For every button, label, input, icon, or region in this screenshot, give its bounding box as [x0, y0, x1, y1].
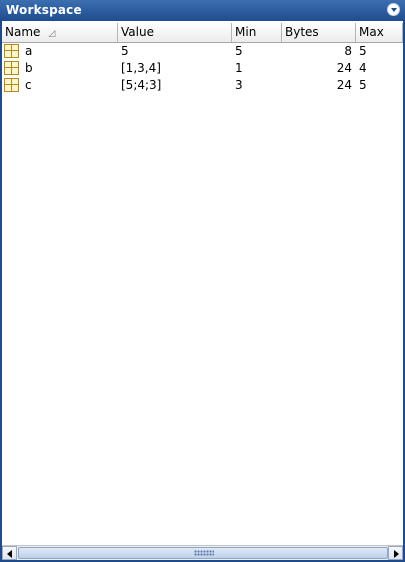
cell-min: 3 — [235, 78, 243, 92]
column-header-label: Name — [5, 25, 41, 39]
column-header-value[interactable]: Value — [118, 23, 232, 42]
column-header-label: Bytes — [285, 25, 319, 39]
table-row[interactable]: a 5 5 8 5 — [2, 43, 403, 60]
cell-max: 5 — [359, 44, 367, 58]
cell-bytes: 24 — [336, 61, 352, 75]
table-header: Name ◿ Value Min Bytes Max — [2, 23, 403, 43]
cell-max: 5 — [359, 78, 367, 92]
cell-bytes: 8 — [344, 44, 352, 58]
panel-title-bar[interactable]: Workspace — [0, 0, 405, 21]
matrix-variable-icon — [4, 78, 19, 92]
column-header-label: Max — [359, 25, 384, 39]
column-header-min[interactable]: Min — [232, 23, 282, 42]
cell-name: b — [25, 61, 33, 75]
column-header-name[interactable]: Name ◿ — [2, 23, 118, 42]
table-row[interactable]: b [1,3,4] 1 24 4 — [2, 60, 403, 77]
cell-max: 4 — [359, 61, 367, 75]
cell-value: 5 — [121, 44, 129, 58]
column-header-label: Value — [121, 25, 154, 39]
column-header-label: Min — [235, 25, 257, 39]
panel-title: Workspace — [6, 3, 82, 17]
cell-value: [5;4;3] — [121, 78, 162, 92]
cell-min: 1 — [235, 61, 243, 75]
cell-value: [1,3,4] — [121, 61, 161, 75]
scroll-left-arrow-icon[interactable] — [2, 546, 17, 560]
table-row[interactable]: c [5;4;3] 3 24 5 — [2, 77, 403, 94]
sort-ascending-icon: ◿ — [48, 29, 56, 39]
scrollbar-thumb[interactable] — [18, 547, 388, 559]
cell-bytes: 24 — [336, 78, 352, 92]
cell-min: 5 — [235, 44, 243, 58]
matrix-variable-icon — [4, 44, 19, 58]
grip-icon — [194, 550, 214, 556]
matrix-variable-icon — [4, 61, 19, 75]
cell-name: a — [25, 44, 33, 58]
horizontal-scrollbar[interactable] — [2, 545, 403, 560]
dropdown-menu-icon[interactable] — [387, 3, 400, 16]
column-header-bytes[interactable]: Bytes — [282, 23, 356, 42]
cell-name: c — [25, 78, 32, 92]
column-header-max[interactable]: Max — [356, 23, 403, 42]
scroll-right-arrow-icon[interactable] — [388, 546, 403, 560]
